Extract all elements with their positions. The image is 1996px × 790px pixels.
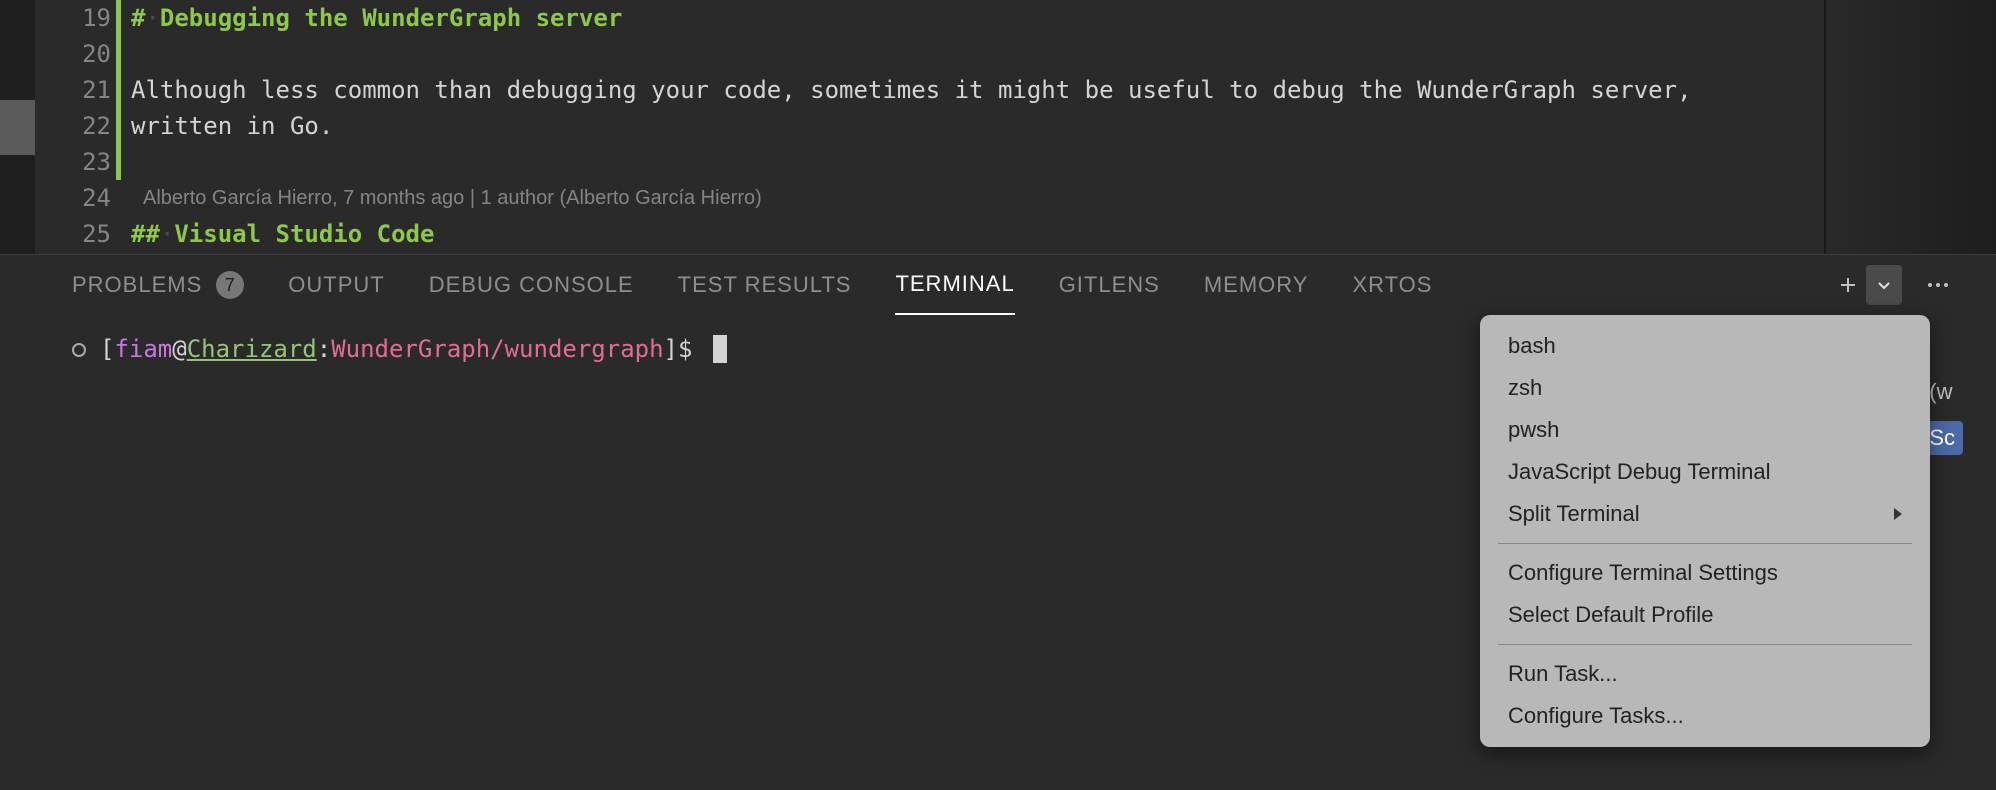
plus-icon	[1838, 275, 1858, 295]
menu-item-select-default-profile[interactable]: Select Default Profile	[1480, 594, 1930, 636]
menu-item-pwsh[interactable]: pwsh	[1480, 409, 1930, 451]
tab-label: TEST RESULTS	[678, 272, 852, 298]
line-number: 20	[35, 36, 111, 72]
line-number: 25	[35, 216, 111, 252]
prompt-user: fiam	[114, 335, 172, 363]
menu-label: JavaScript Debug Terminal	[1508, 459, 1771, 485]
menu-item-zsh[interactable]: zsh	[1480, 367, 1930, 409]
tab-memory[interactable]: MEMORY	[1204, 255, 1309, 315]
terminal-cursor	[713, 335, 727, 363]
bottom-panel: PROBLEMS 7 OUTPUT DEBUG CONSOLE TEST RES…	[0, 254, 1996, 790]
md-heading-text: Debugging the WunderGraph server	[160, 4, 622, 32]
panel-tab-bar: PROBLEMS 7 OUTPUT DEBUG CONSOLE TEST RES…	[0, 255, 1996, 315]
line-number: 19	[35, 0, 111, 36]
tab-terminal[interactable]: TERMINAL	[895, 255, 1014, 315]
tab-label: PROBLEMS	[72, 272, 202, 298]
prompt-status-icon	[72, 343, 86, 357]
menu-label: Configure Tasks...	[1508, 703, 1684, 729]
md-heading-mark: #	[131, 4, 145, 32]
line-number-column: 19 20 21 22 23 24 25	[35, 0, 123, 254]
editor-content[interactable]: #·Debugging the WunderGraph server Altho…	[123, 0, 1996, 254]
tab-output[interactable]: OUTPUT	[288, 255, 384, 315]
menu-item-configure-tasks[interactable]: Configure Tasks...	[1480, 695, 1930, 737]
terminal-launch-profile-button[interactable]	[1866, 265, 1902, 305]
tab-label: DEBUG CONSOLE	[429, 272, 634, 298]
menu-label: bash	[1508, 333, 1556, 359]
code-line: Although less common than debugging your…	[131, 76, 1692, 104]
new-terminal-button[interactable]	[1830, 265, 1866, 305]
gutter-highlight	[0, 100, 35, 155]
line-number: 22	[35, 108, 111, 144]
panel-actions	[1830, 265, 1956, 305]
gitlens-codelens[interactable]: Alberto García Hierro, 7 months ago | 1 …	[131, 180, 1996, 216]
md-heading-mark: ##	[131, 220, 160, 248]
menu-item-js-debug-terminal[interactable]: JavaScript Debug Terminal	[1480, 451, 1930, 493]
prompt-colon: :	[317, 335, 331, 363]
tab-label: GITLENS	[1059, 272, 1160, 298]
line-number: 24	[35, 180, 111, 216]
tab-test-results[interactable]: TEST RESULTS	[678, 255, 852, 315]
tab-label: MEMORY	[1204, 272, 1309, 298]
left-gutter	[0, 0, 35, 254]
more-actions-button[interactable]	[1920, 265, 1956, 305]
tab-label: OUTPUT	[288, 272, 384, 298]
editor-area: 19 20 21 22 23 24 25 #·Debugging the Wun…	[0, 0, 1996, 254]
tab-label: TERMINAL	[895, 271, 1014, 297]
menu-label: pwsh	[1508, 417, 1559, 443]
line-number: 23	[35, 144, 111, 180]
menu-item-bash[interactable]: bash	[1480, 325, 1930, 367]
chevron-down-icon	[1876, 277, 1892, 293]
prompt-path: WunderGraph/wundergraph	[331, 335, 663, 363]
md-heading-text: Visual Studio Code	[174, 220, 434, 248]
prompt-suffix: ]$	[664, 335, 707, 363]
ellipsis-icon	[1927, 281, 1949, 289]
menu-label: zsh	[1508, 375, 1542, 401]
tab-xrtos[interactable]: XRTOS	[1352, 255, 1432, 315]
prompt-bracket: [	[100, 335, 114, 363]
menu-label: Select Default Profile	[1508, 602, 1713, 628]
tab-gitlens[interactable]: GITLENS	[1059, 255, 1160, 315]
tab-label: XRTOS	[1352, 272, 1432, 298]
problems-badge: 7	[216, 271, 244, 299]
menu-item-split-terminal[interactable]: Split Terminal	[1480, 493, 1930, 535]
chevron-right-icon	[1894, 508, 1902, 520]
menu-label: Configure Terminal Settings	[1508, 560, 1778, 586]
menu-label: Split Terminal	[1508, 501, 1640, 527]
code-line: written in Go.	[131, 112, 333, 140]
prompt-at: @	[172, 335, 186, 363]
menu-label: Run Task...	[1508, 661, 1618, 687]
terminal-profile-menu: bash zsh pwsh JavaScript Debug Terminal …	[1480, 315, 1930, 747]
line-number: 21	[35, 72, 111, 108]
prompt-host: Charizard	[187, 335, 317, 363]
tab-debug-console[interactable]: DEBUG CONSOLE	[429, 255, 634, 315]
menu-separator	[1498, 644, 1912, 645]
menu-item-configure-terminal-settings[interactable]: Configure Terminal Settings	[1480, 552, 1930, 594]
menu-item-run-task[interactable]: Run Task...	[1480, 653, 1930, 695]
tab-problems[interactable]: PROBLEMS 7	[72, 255, 244, 315]
menu-separator	[1498, 543, 1912, 544]
